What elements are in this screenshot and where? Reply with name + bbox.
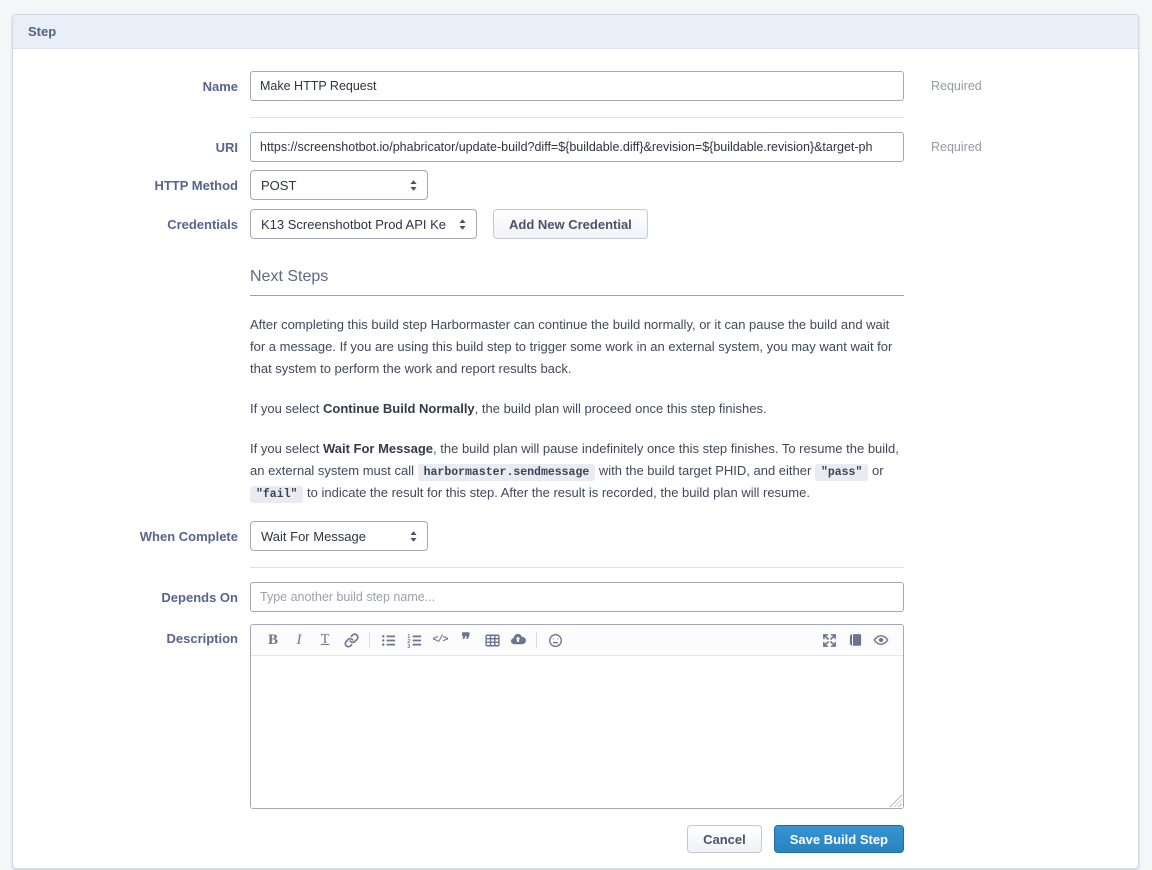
toolbar-right-group	[816, 625, 894, 655]
when-complete-row: When Complete Wait For Message	[13, 521, 1138, 551]
fullscreen-icon[interactable]	[816, 625, 842, 655]
sendmessage-code: harbormaster.sendmessage	[418, 464, 596, 481]
add-new-credential-button[interactable]: Add New Credential	[493, 209, 648, 239]
description-textarea-wrap	[251, 656, 903, 808]
select-caret-icon	[409, 530, 418, 543]
depends-on-input[interactable]	[250, 582, 904, 612]
uri-required-note: Required	[931, 140, 982, 154]
when-complete-select[interactable]: Wait For Message	[250, 521, 428, 551]
save-build-step-button[interactable]: Save Build Step	[774, 825, 904, 853]
credentials-select[interactable]: K13 Screenshotbot Prod API Ke	[250, 209, 477, 239]
credentials-label: Credentials	[25, 217, 250, 232]
section-divider	[250, 567, 904, 568]
uri-row: URI Required	[13, 132, 1138, 162]
description-row: Description B I T 123 </> ❞	[13, 624, 1138, 809]
link-icon[interactable]	[338, 625, 364, 655]
help-book-icon[interactable]	[842, 625, 868, 655]
actions-group: Cancel Save Build Step	[250, 825, 904, 853]
credentials-row: Credentials K13 Screenshotbot Prod API K…	[13, 209, 1138, 239]
emoji-icon[interactable]	[542, 625, 568, 655]
row-divider	[250, 117, 904, 118]
table-icon[interactable]	[479, 625, 505, 655]
cancel-button[interactable]: Cancel	[687, 825, 762, 853]
next-steps-paragraph-3: If you select Wait For Message, the buil…	[250, 438, 904, 504]
italic-icon[interactable]: I	[286, 625, 312, 655]
http-method-row: HTTP Method POST	[13, 170, 1138, 200]
credentials-selected-value: K13 Screenshotbot Prod API Ke	[261, 217, 446, 232]
name-required-note: Required	[931, 79, 982, 93]
select-caret-icon	[458, 218, 467, 231]
panel-title: Step	[28, 24, 56, 39]
when-complete-selected-value: Wait For Message	[261, 529, 366, 544]
step-panel: Step Name Required URI Required HTTP Met…	[12, 14, 1139, 869]
preview-eye-icon[interactable]	[868, 625, 894, 655]
uri-input[interactable]	[250, 132, 904, 162]
name-input[interactable]	[250, 71, 904, 101]
bold-icon[interactable]: B	[260, 625, 286, 655]
toolbar-separator	[369, 632, 370, 648]
select-caret-icon	[409, 179, 418, 192]
next-steps-paragraph-2: If you select Continue Build Normally, t…	[250, 398, 904, 420]
depends-on-row: Depends On	[13, 582, 1138, 612]
ordered-list-icon[interactable]: 123	[401, 625, 427, 655]
remarkup-editor: B I T 123 </> ❞	[250, 624, 904, 809]
name-row: Name Required	[13, 71, 1138, 101]
description-textarea[interactable]	[251, 656, 903, 808]
unordered-list-icon[interactable]	[375, 625, 401, 655]
actions-row: Cancel Save Build Step	[13, 809, 1138, 853]
fail-code: "fail"	[250, 486, 303, 503]
upload-file-icon[interactable]	[505, 625, 531, 655]
uri-label: URI	[25, 140, 250, 155]
http-method-label: HTTP Method	[25, 178, 250, 193]
http-method-select[interactable]: POST	[250, 170, 428, 200]
description-label: Description	[25, 624, 250, 654]
pass-code: "pass"	[815, 464, 868, 481]
depends-on-label: Depends On	[25, 590, 250, 605]
monospace-icon[interactable]: T	[312, 625, 338, 655]
when-complete-label: When Complete	[25, 529, 250, 544]
toolbar-separator	[536, 632, 537, 648]
svg-text:3: 3	[407, 643, 410, 647]
next-steps-section: Next Steps After completing this build s…	[250, 268, 904, 504]
code-block-icon[interactable]: </>	[427, 625, 453, 655]
continue-build-normally-term: Continue Build Normally	[323, 401, 475, 416]
quote-icon[interactable]: ❞	[453, 625, 479, 655]
next-steps-heading: Next Steps	[250, 268, 904, 296]
name-label: Name	[25, 79, 250, 94]
panel-header: Step	[13, 15, 1138, 49]
next-steps-paragraph-1: After completing this build step Harborm…	[250, 314, 904, 380]
wait-for-message-term: Wait For Message	[323, 441, 433, 456]
remarkup-toolbar: B I T 123 </> ❞	[251, 625, 903, 656]
http-method-selected-value: POST	[261, 178, 296, 193]
